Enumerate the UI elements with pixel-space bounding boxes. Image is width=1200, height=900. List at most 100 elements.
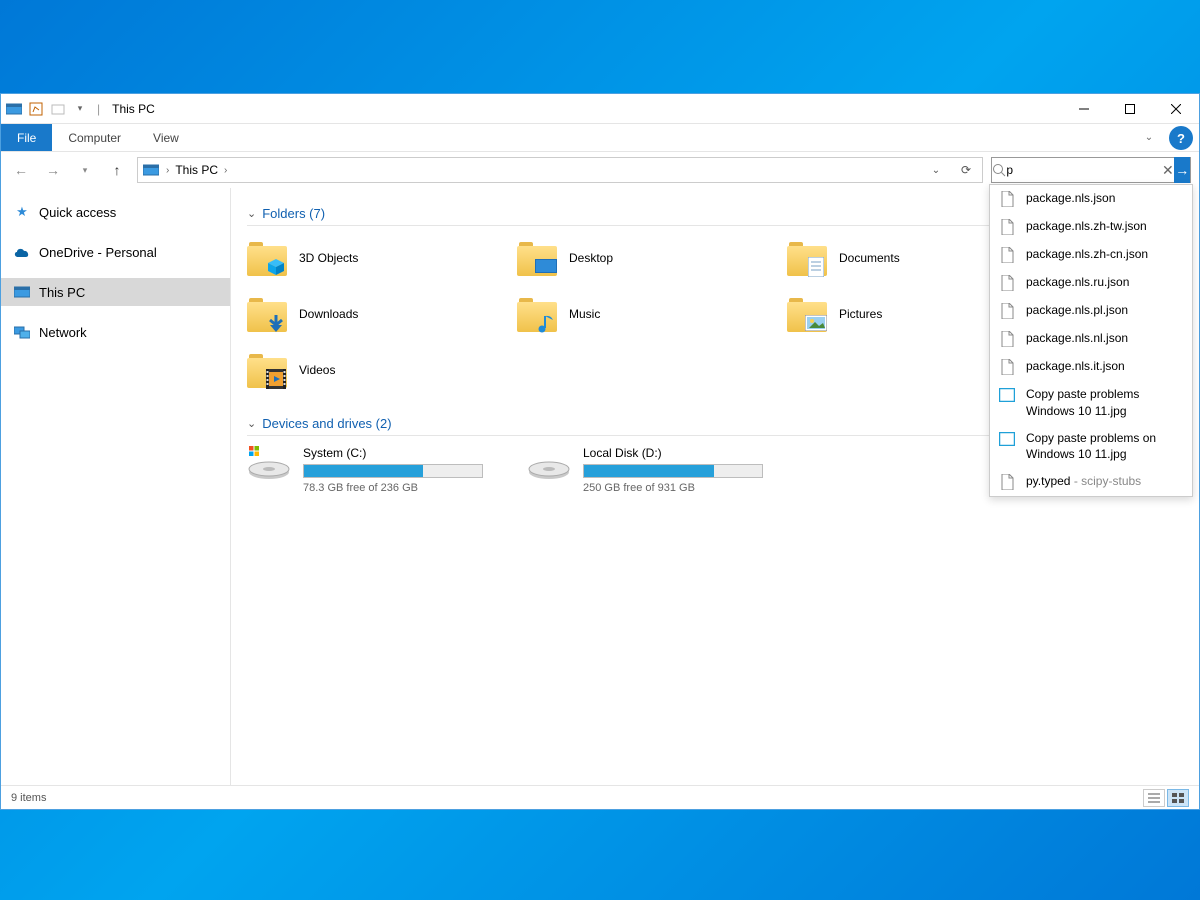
video-icon bbox=[265, 370, 287, 388]
clear-search-icon[interactable]: ✕ bbox=[1161, 159, 1174, 181]
titlebar: ▾ | This PC bbox=[1, 94, 1199, 124]
chevron-down-icon: ⌄ bbox=[247, 417, 256, 430]
location-monitor-icon bbox=[142, 161, 160, 179]
search-result-item[interactable]: Copy paste problems on Windows 10 11.jpg bbox=[990, 425, 1192, 469]
refresh-icon[interactable]: ⟳ bbox=[954, 158, 978, 182]
drive-free-text: 250 GB free of 931 GB bbox=[583, 482, 787, 494]
status-item-count: 9 items bbox=[11, 792, 46, 804]
folder-tile[interactable]: Desktop bbox=[517, 236, 767, 280]
view-details-button[interactable] bbox=[1143, 789, 1165, 807]
tab-file[interactable]: File bbox=[1, 124, 52, 151]
address-history-icon[interactable]: ⌄ bbox=[924, 158, 948, 182]
group-header-label: Folders (7) bbox=[262, 206, 325, 221]
app-icon bbox=[5, 100, 23, 118]
drive-icon bbox=[527, 446, 571, 482]
download-icon bbox=[265, 314, 287, 332]
folder-tile[interactable]: Music bbox=[517, 292, 767, 336]
breadcrumb-root[interactable]: This PC bbox=[175, 163, 218, 177]
drive-icon bbox=[247, 446, 291, 482]
sidebar-item-label: Network bbox=[39, 325, 87, 340]
folder-tile[interactable]: 3D Objects bbox=[247, 236, 497, 280]
maximize-button[interactable] bbox=[1107, 94, 1153, 124]
address-bar[interactable]: › This PC › ⌄ ⟳ bbox=[137, 157, 983, 183]
search-result-item[interactable]: Copy paste problems Windows 10 11.jpg bbox=[990, 381, 1192, 425]
star-icon: ★ bbox=[13, 203, 31, 221]
sidebar-item-network[interactable]: Network bbox=[1, 318, 230, 346]
network-icon bbox=[13, 323, 31, 341]
ribbon-collapse-icon[interactable]: ⌄ bbox=[1135, 124, 1163, 151]
back-button[interactable]: ← bbox=[9, 158, 33, 182]
cloud-icon bbox=[13, 243, 31, 261]
status-bar: 9 items bbox=[1, 785, 1199, 809]
search-result-text: package.nls.pl.json bbox=[1026, 302, 1184, 319]
image-icon bbox=[998, 386, 1016, 404]
file-icon bbox=[998, 302, 1016, 320]
folder-icon bbox=[247, 352, 287, 388]
search-submit-button[interactable]: → bbox=[1174, 157, 1190, 183]
folder-label: Videos bbox=[299, 363, 335, 377]
music-icon bbox=[535, 314, 557, 332]
search-result-item[interactable]: package.nls.nl.json bbox=[990, 325, 1192, 353]
tab-view[interactable]: View bbox=[137, 124, 195, 151]
search-result-item[interactable]: py.typed - scipy-stubs bbox=[990, 468, 1192, 496]
drive-free-text: 78.3 GB free of 236 GB bbox=[303, 482, 507, 494]
view-tiles-button[interactable] bbox=[1167, 789, 1189, 807]
search-container: ✕ → package.nls.jsonpackage.nls.zh-tw.js… bbox=[991, 157, 1191, 183]
cube-icon bbox=[265, 258, 287, 276]
drive-name: System (C:) bbox=[303, 446, 507, 460]
help-icon[interactable]: ? bbox=[1169, 126, 1193, 150]
folder-label: Pictures bbox=[839, 307, 882, 321]
doc-icon bbox=[805, 258, 827, 276]
chevron-down-icon: ⌄ bbox=[247, 207, 256, 220]
tab-computer[interactable]: Computer bbox=[52, 124, 137, 151]
window-title: This PC bbox=[108, 102, 155, 116]
search-result-item[interactable]: package.nls.it.json bbox=[990, 353, 1192, 381]
drive-tile[interactable]: Local Disk (D:) 250 GB free of 931 GB bbox=[527, 446, 787, 494]
search-result-text: py.typed - scipy-stubs bbox=[1026, 473, 1184, 490]
folder-icon bbox=[517, 296, 557, 332]
search-result-text: Copy paste problems Windows 10 11.jpg bbox=[1026, 386, 1184, 420]
search-result-text: package.nls.json bbox=[1026, 190, 1184, 207]
qat-properties-icon[interactable] bbox=[27, 100, 45, 118]
chevron-right-icon[interactable]: › bbox=[224, 165, 227, 176]
up-button[interactable]: ↑ bbox=[105, 158, 129, 182]
search-bar: ✕ → bbox=[991, 157, 1191, 183]
desktop-icon bbox=[535, 258, 557, 276]
folder-tile[interactable]: Downloads bbox=[247, 292, 497, 336]
folder-icon bbox=[787, 240, 827, 276]
sidebar-item-quick-access[interactable]: ★ Quick access bbox=[1, 198, 230, 226]
search-input[interactable] bbox=[1006, 159, 1161, 181]
search-result-item[interactable]: package.nls.pl.json bbox=[990, 297, 1192, 325]
navigation-pane: ★ Quick access OneDrive - Personal This … bbox=[1, 188, 231, 785]
forward-button[interactable]: → bbox=[41, 158, 65, 182]
search-suggestions: package.nls.json package.nls.zh-tw.json pa… bbox=[989, 184, 1193, 497]
sidebar-item-onedrive[interactable]: OneDrive - Personal bbox=[1, 238, 230, 266]
minimize-button[interactable] bbox=[1061, 94, 1107, 124]
folder-label: Documents bbox=[839, 251, 900, 265]
search-result-text: package.nls.zh-tw.json bbox=[1026, 218, 1184, 235]
folder-tile[interactable]: Videos bbox=[247, 348, 497, 392]
file-icon bbox=[998, 473, 1016, 491]
chevron-right-icon[interactable]: › bbox=[166, 165, 169, 176]
folder-icon bbox=[517, 240, 557, 276]
close-button[interactable] bbox=[1153, 94, 1199, 124]
drive-tile[interactable]: System (C:) 78.3 GB free of 236 GB bbox=[247, 446, 507, 494]
qat-dropdown-icon[interactable]: ▾ bbox=[71, 100, 89, 118]
qat-new-folder-icon[interactable] bbox=[49, 100, 67, 118]
folder-label: 3D Objects bbox=[299, 251, 358, 265]
sidebar-item-label: This PC bbox=[39, 285, 85, 300]
recent-locations-icon[interactable]: ▾ bbox=[73, 158, 97, 182]
file-icon bbox=[998, 274, 1016, 292]
search-result-item[interactable]: package.nls.zh-tw.json bbox=[990, 213, 1192, 241]
file-icon bbox=[998, 218, 1016, 236]
file-icon bbox=[998, 330, 1016, 348]
file-icon bbox=[998, 246, 1016, 264]
search-result-item[interactable]: package.nls.ru.json bbox=[990, 269, 1192, 297]
drive-usage-bar bbox=[583, 464, 763, 478]
file-icon bbox=[998, 358, 1016, 376]
search-result-item[interactable]: package.nls.json bbox=[990, 185, 1192, 213]
drive-name: Local Disk (D:) bbox=[583, 446, 787, 460]
sidebar-item-this-pc[interactable]: This PC bbox=[1, 278, 230, 306]
search-result-item[interactable]: package.nls.zh-cn.json bbox=[990, 241, 1192, 269]
sidebar-item-label: OneDrive - Personal bbox=[39, 245, 157, 260]
